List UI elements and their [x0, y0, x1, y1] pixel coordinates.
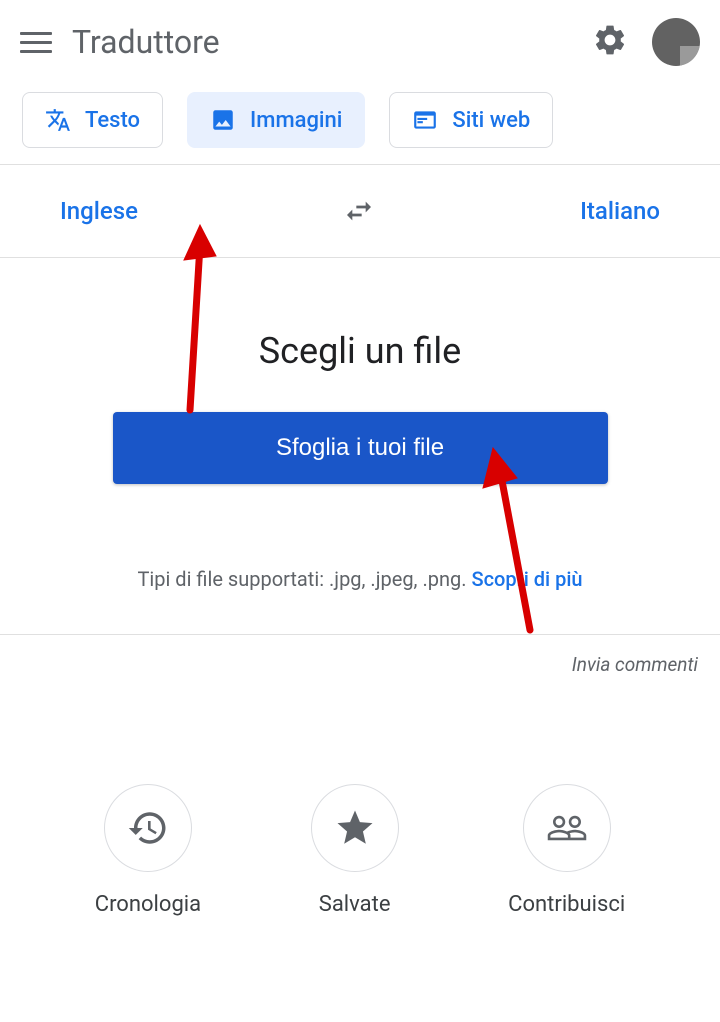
annotation-arrow-1 [150, 220, 230, 424]
people-icon [523, 784, 611, 872]
tab-websites-label: Siti web [452, 108, 530, 133]
history-icon [104, 784, 192, 872]
bottom-actions-row: Cronologia Salvate Contribuisci [0, 694, 720, 947]
app-title: Traduttore [72, 23, 220, 61]
tab-websites[interactable]: Siti web [389, 92, 553, 148]
history-label: Cronologia [95, 892, 201, 917]
choose-file-title: Scegli un file [40, 330, 680, 372]
saved-action[interactable]: Salvate [311, 784, 399, 917]
supported-file-types: Tipi di file supportati: .jpg, .jpeg, .p… [40, 564, 680, 594]
annotation-arrow-2 [445, 440, 545, 644]
tab-text-label: Testo [85, 108, 140, 133]
avatar[interactable] [652, 18, 700, 66]
file-chooser-section: Scegli un file Sfoglia i tuoi file Tipi … [0, 258, 720, 634]
tab-images-label: Immagini [250, 108, 342, 133]
tabs-row: Testo Immagini Siti web [0, 84, 720, 165]
saved-label: Salvate [319, 892, 391, 917]
menu-icon[interactable] [20, 26, 52, 58]
tab-images[interactable]: Immagini [187, 92, 365, 148]
language-row: Inglese Italiano [0, 165, 720, 258]
feedback-link[interactable]: Invia commenti [0, 634, 720, 694]
history-action[interactable]: Cronologia [95, 784, 201, 917]
swap-languages-icon[interactable] [343, 195, 375, 227]
tab-text[interactable]: Testo [22, 92, 163, 148]
contribute-label: Contribuisci [508, 892, 625, 917]
gear-icon[interactable] [592, 22, 628, 62]
star-icon [311, 784, 399, 872]
source-language-button[interactable]: Inglese [40, 189, 158, 233]
target-language-button[interactable]: Italiano [560, 189, 680, 233]
contribute-action[interactable]: Contribuisci [508, 784, 625, 917]
supported-prefix: Tipi di file supportati: .jpg, .jpeg, .p… [137, 567, 471, 591]
